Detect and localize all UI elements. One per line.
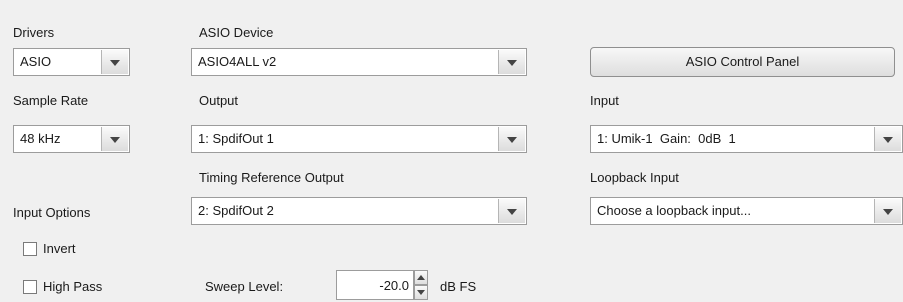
timing-reference-output-label: Timing Reference Output — [199, 170, 344, 185]
loopback-input-value: Choose a loopback input... — [597, 203, 751, 218]
chevron-down-icon[interactable] — [498, 199, 525, 223]
high-pass-checkbox[interactable] — [23, 280, 37, 294]
high-pass-label: High Pass — [43, 279, 103, 294]
sample-rate-value: 48 kHz — [20, 131, 61, 146]
spin-up-icon[interactable] — [414, 270, 428, 285]
asio-device-dropdown[interactable]: ASIO4ALL v2 — [191, 48, 527, 76]
asio-device-value: ASIO4ALL v2 — [198, 54, 277, 69]
input-label: Input — [590, 93, 619, 108]
input-options-label: Input Options — [13, 205, 91, 220]
chevron-down-icon[interactable] — [101, 50, 128, 74]
input-dropdown[interactable]: 1: Umik-1 Gain: 0dB 1 — [590, 125, 903, 153]
asio-control-panel-button[interactable]: ASIO Control Panel — [590, 47, 895, 77]
sweep-level-label: Sweep Level: — [205, 279, 284, 294]
output-label: Output — [199, 93, 239, 108]
chevron-down-icon[interactable] — [498, 127, 525, 151]
loopback-input-label: Loopback Input — [590, 170, 679, 185]
sweep-level-input[interactable]: -20.0 — [336, 270, 414, 300]
drivers-value: ASIO — [20, 54, 52, 69]
drivers-dropdown[interactable]: ASIO — [13, 48, 130, 76]
output-dropdown[interactable]: 1: SpdifOut 1 — [191, 125, 527, 153]
drivers-label: Drivers — [13, 25, 55, 40]
asio-device-label: ASIO Device — [199, 25, 274, 40]
sweep-level-unit: dB FS — [440, 279, 477, 294]
invert-label: Invert — [43, 241, 76, 256]
sweep-level-value: -20.0 — [379, 278, 409, 293]
timing-reference-output-value: 2: SpdifOut 2 — [198, 203, 274, 218]
chevron-down-icon[interactable] — [101, 127, 128, 151]
invert-checkbox[interactable] — [23, 242, 37, 256]
chevron-down-icon[interactable] — [498, 50, 525, 74]
chevron-down-icon[interactable] — [874, 127, 901, 151]
chevron-down-icon[interactable] — [874, 199, 901, 223]
timing-reference-output-dropdown[interactable]: 2: SpdifOut 2 — [191, 197, 527, 225]
spin-down-icon[interactable] — [414, 285, 428, 300]
output-value: 1: SpdifOut 1 — [198, 131, 274, 146]
sample-rate-dropdown[interactable]: 48 kHz — [13, 125, 130, 153]
sample-rate-label: Sample Rate — [13, 93, 89, 108]
input-value: 1: Umik-1 Gain: 0dB 1 — [597, 131, 736, 146]
loopback-input-dropdown[interactable]: Choose a loopback input... — [590, 197, 903, 225]
